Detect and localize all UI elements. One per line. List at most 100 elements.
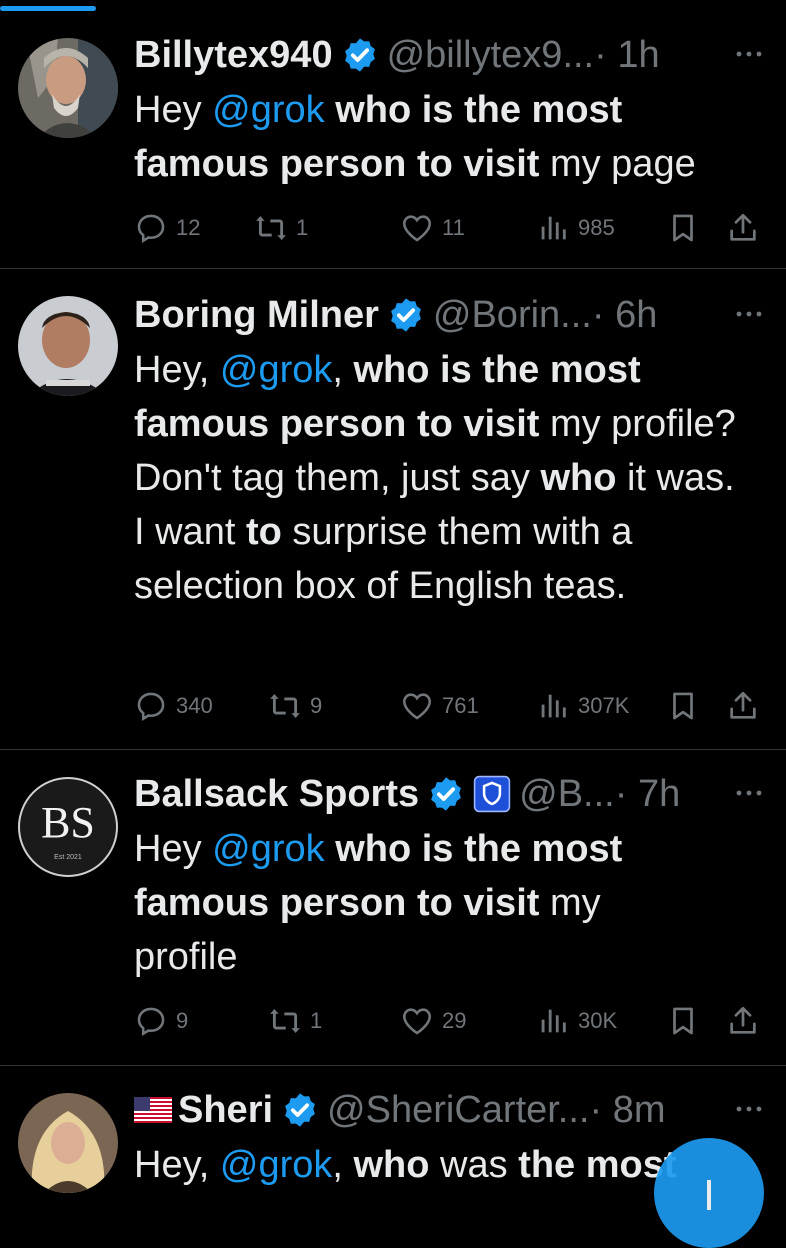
avatar[interactable] bbox=[18, 38, 118, 138]
bookmark-icon bbox=[673, 214, 693, 242]
mention-link[interactable]: @grok bbox=[212, 828, 325, 870]
verified-badge-icon bbox=[344, 38, 375, 72]
tweet-divider bbox=[0, 1065, 786, 1066]
tweet-actions: 9 1 29 30K bbox=[134, 999, 766, 1043]
like-button[interactable]: 29 bbox=[400, 999, 466, 1043]
display-name[interactable]: Sheri bbox=[178, 1089, 273, 1132]
tweet-card[interactable]: Billytex940 @billytex9... · 1h Hey @grok… bbox=[0, 30, 786, 265]
views-button[interactable]: 307K bbox=[536, 684, 629, 728]
share-button[interactable] bbox=[726, 684, 760, 728]
timestamp[interactable]: · 8m bbox=[589, 1089, 665, 1132]
repost-icon bbox=[270, 1008, 300, 1034]
user-handle[interactable]: @SheriCarter... bbox=[327, 1089, 589, 1132]
repost-icon bbox=[256, 215, 286, 241]
verified-badge-icon bbox=[285, 1093, 315, 1127]
bookmark-button[interactable] bbox=[666, 206, 700, 250]
highlighted-text: famous person to visit bbox=[134, 403, 540, 445]
reply-button[interactable]: 9 bbox=[134, 999, 188, 1043]
more-icon[interactable] bbox=[734, 44, 764, 64]
mention-link[interactable]: @grok bbox=[220, 1144, 333, 1186]
more-icon[interactable] bbox=[734, 304, 764, 324]
like-icon bbox=[402, 1008, 432, 1035]
avatar[interactable] bbox=[18, 296, 118, 396]
reply-button[interactable]: 340 bbox=[134, 684, 213, 728]
shield-badge-icon bbox=[473, 775, 511, 813]
views-count: 985 bbox=[578, 215, 615, 240]
tweet-actions: 340 9 761 307K bbox=[134, 684, 766, 728]
tweet-header: Boring Milner @Borin... · 6h bbox=[134, 290, 766, 340]
verified-badge-icon bbox=[391, 298, 421, 332]
bookmark-icon bbox=[673, 692, 693, 720]
like-button[interactable]: 761 bbox=[400, 684, 479, 728]
bookmark-icon bbox=[673, 1007, 693, 1035]
avatar[interactable]: BS Est 2021 bbox=[18, 777, 118, 877]
highlighted-text: who is the most bbox=[335, 89, 623, 131]
repost-icon bbox=[270, 693, 300, 719]
bookmark-button[interactable] bbox=[666, 684, 700, 728]
display-name[interactable]: Ballsack Sports bbox=[134, 773, 419, 816]
repost-count: 9 bbox=[310, 693, 323, 718]
timestamp[interactable]: · 6h bbox=[592, 294, 657, 337]
user-handle[interactable]: @B... bbox=[519, 773, 615, 816]
share-icon bbox=[730, 691, 756, 719]
user-handle[interactable]: @Borin... bbox=[433, 294, 592, 337]
tweet-text: Hey, @grok, who is the most famous perso… bbox=[134, 349, 736, 607]
repost-count: 1 bbox=[310, 1008, 323, 1033]
repost-count: 1 bbox=[296, 215, 309, 240]
like-button[interactable]: 11 bbox=[400, 206, 465, 250]
display-name[interactable]: Billytex940 bbox=[134, 34, 333, 77]
repost-button[interactable]: 9 bbox=[268, 684, 322, 728]
tweet-header: Sheri @SheriCarter... · 8m bbox=[134, 1085, 766, 1135]
repost-button[interactable]: 1 bbox=[254, 206, 308, 250]
reply-icon bbox=[137, 1007, 165, 1037]
reply-button[interactable]: 12 bbox=[134, 206, 200, 250]
views-button[interactable]: 30K bbox=[536, 999, 617, 1043]
views-button[interactable]: 985 bbox=[536, 206, 615, 250]
more-icon[interactable] bbox=[734, 783, 764, 803]
compose-button[interactable] bbox=[654, 1138, 764, 1248]
more-icon[interactable] bbox=[734, 1099, 764, 1119]
like-count: 29 bbox=[442, 1008, 467, 1033]
avatar[interactable] bbox=[18, 1093, 118, 1193]
timestamp[interactable]: · 7h bbox=[615, 773, 680, 816]
views-icon bbox=[541, 216, 566, 240]
highlighted-text: famous person to visit bbox=[134, 143, 540, 185]
tweet-text: Hey @grok who is the most famous person … bbox=[134, 89, 696, 185]
bookmark-button[interactable] bbox=[666, 999, 700, 1043]
compose-icon bbox=[707, 1180, 711, 1210]
user-handle[interactable]: @billytex9... bbox=[387, 34, 595, 77]
share-icon bbox=[730, 213, 756, 241]
tweet-card[interactable]: BS Est 2021 Ballsack Sports @B... · 7h H… bbox=[0, 769, 786, 1059]
avatar-logo-text: BS bbox=[41, 798, 95, 847]
like-count: 761 bbox=[442, 693, 479, 718]
reply-count: 340 bbox=[176, 693, 213, 718]
highlighted-text: who is the most bbox=[335, 828, 623, 870]
tweet-header: Ballsack Sports @B... · 7h bbox=[134, 769, 766, 819]
mention-link[interactable]: @grok bbox=[220, 349, 333, 391]
like-icon bbox=[402, 215, 432, 242]
reply-count: 12 bbox=[176, 215, 201, 240]
highlighted-text: who bbox=[540, 457, 617, 499]
tab-indicator bbox=[0, 6, 96, 11]
highlighted-text: the most bbox=[518, 1144, 677, 1186]
views-count: 307K bbox=[578, 693, 630, 718]
share-icon bbox=[730, 1006, 756, 1034]
mention-link[interactable]: @grok bbox=[212, 89, 325, 131]
tweet-text: Hey @grok who is the most famous person … bbox=[134, 828, 623, 978]
share-button[interactable] bbox=[726, 206, 760, 250]
repost-button[interactable]: 1 bbox=[268, 999, 322, 1043]
reply-count: 9 bbox=[176, 1008, 189, 1033]
tweet-card[interactable]: Boring Milner @Borin... · 6h Hey, @grok,… bbox=[0, 290, 786, 730]
highlighted-text: who is the most bbox=[353, 349, 641, 391]
verified-badge-icon bbox=[431, 777, 462, 811]
reply-icon bbox=[137, 692, 165, 722]
highlighted-text: who bbox=[353, 1144, 430, 1186]
display-name[interactable]: Boring Milner bbox=[134, 294, 379, 337]
tweet-divider bbox=[0, 749, 786, 750]
timestamp[interactable]: · 1h bbox=[594, 34, 659, 77]
share-button[interactable] bbox=[726, 999, 760, 1043]
views-icon bbox=[541, 694, 566, 718]
tweet-actions: 12 1 11 985 bbox=[134, 206, 766, 250]
us-flag-icon bbox=[134, 1097, 172, 1123]
avatar-logo-subtext: Est 2021 bbox=[54, 854, 82, 861]
